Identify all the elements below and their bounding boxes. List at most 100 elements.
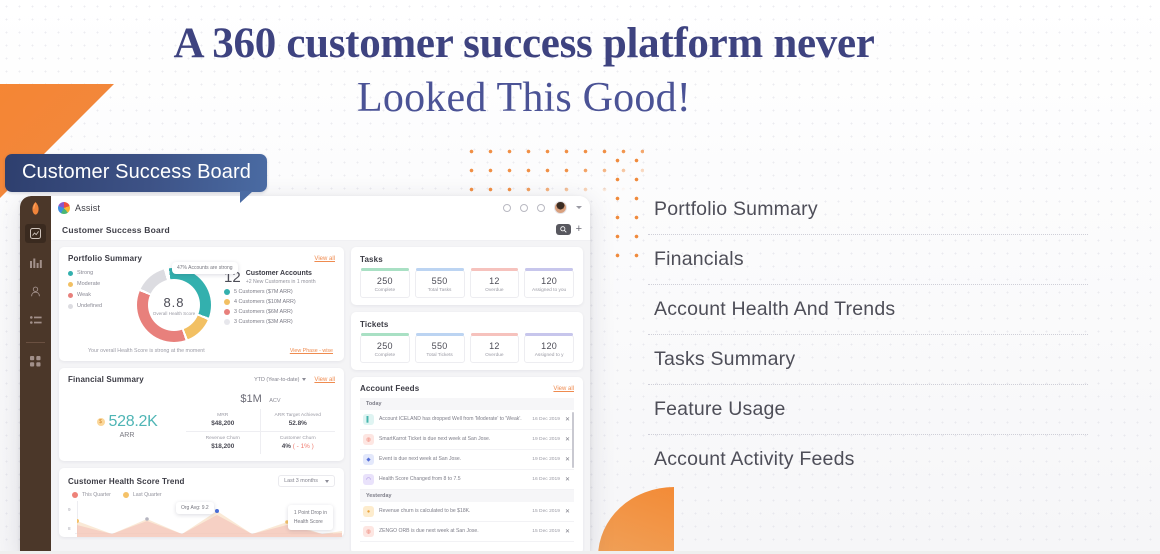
kpi-accent-bar <box>470 268 519 271</box>
orange-corner-decoration <box>598 487 674 554</box>
feeds-scroll-area[interactable]: Today ▌ Account ICELAND has dropped Well… <box>360 398 574 554</box>
financial-range-select[interactable]: YTD (Year-to-date) <box>254 377 307 383</box>
feed-row[interactable]: ◆ Event is due next week at San Jose. 19… <box>360 450 574 470</box>
kpi-label: Overdue <box>485 288 504 293</box>
feeds-card-header: Account Feeds View all <box>360 384 574 393</box>
feeds-view-all-link[interactable]: View all <box>553 386 574 392</box>
customer-accounts-subtitle: +2 New Customers in 1 month <box>245 279 316 285</box>
legend-dot-undefined <box>68 303 73 309</box>
feed-text: SmartKarrot Ticket is due next week at S… <box>379 435 491 442</box>
rail-item-dashboard[interactable] <box>25 224 46 243</box>
feeds-scrollbar[interactable] <box>572 412 574 468</box>
legend-dot-weak <box>68 292 73 298</box>
trend-legend-label: Last Quarter <box>132 492 162 498</box>
metric-cell-arr-target: ARR Target Achieved 52.8% <box>260 409 335 432</box>
kpi-value: 120 <box>541 341 558 351</box>
legend-label: Undefined <box>77 303 103 309</box>
board-badge-label: Customer Success Board <box>22 161 251 183</box>
kpi-value: 120 <box>541 276 558 286</box>
breakdown-text: 3 Customers ($3M ARR) <box>234 319 293 325</box>
kpi-label: Assigned to you <box>532 288 567 293</box>
feature-item-feature-usage[interactable]: Feature Usage <box>648 384 1088 434</box>
acv-label: ACV <box>269 398 281 404</box>
trend-card-header: Customer Health Score Trend Last 3 month… <box>68 475 335 487</box>
close-icon[interactable]: ✕ <box>565 456 570 463</box>
search-icon[interactable] <box>555 224 571 235</box>
metric-cell-mrr: MRR $48,200 <box>186 409 261 432</box>
kpi-tickets-overdue: 12 Overdue <box>469 333 520 363</box>
add-icon[interactable]: + <box>576 224 582 235</box>
rail-item-contacts[interactable] <box>25 282 46 301</box>
metric-cell-customer-churn: Customer Churn 4% ( - 1% ) <box>261 432 336 454</box>
feature-list: Portfolio Summary Financials Account Hea… <box>608 151 1088 484</box>
trend-tooltip: Org Avg: 9.2 <box>176 502 214 514</box>
tasks-card: Tasks 250 Complete 550 Total Tasks 12 Ov… <box>351 247 583 305</box>
kpi-tickets-assigned: 120 Assigned to y <box>524 333 574 363</box>
account-breakdown-row: 4 Customers ($10M ARR) <box>224 299 335 305</box>
financial-view-all-link[interactable]: View all <box>314 377 335 383</box>
bell-icon[interactable] <box>537 203 545 212</box>
acv-block: $1M ACV <box>186 389 335 407</box>
trend-plot-area: 9 8 Org Avg: 9.2 1 Point Drop in Health … <box>68 501 342 537</box>
close-icon[interactable]: ✕ <box>565 416 570 423</box>
metric-value: 4% <box>281 443 291 450</box>
trend-y-tick: 9 <box>68 507 71 512</box>
tickets-kpi-row: 250 Complete 550 Total Tickets 12 Overdu… <box>360 333 574 363</box>
app-logo-icon <box>30 202 41 217</box>
document-icon: ▌ <box>363 414 374 425</box>
customer-accounts-block: 12 Customer Accounts +2 New Customers in… <box>222 268 335 342</box>
page-title: Customer Success Board <box>62 224 170 235</box>
dashboard-screenshot: Assist Customer Success Board + Portfoli… <box>20 196 590 554</box>
feature-item-tasks-summary[interactable]: Tasks Summary <box>648 334 1088 384</box>
chevron-down-icon[interactable] <box>576 206 582 209</box>
pulse-icon: ◠ <box>363 474 374 485</box>
feed-row[interactable]: ◠ Health Score Changed from 8 to 7.5 16 … <box>360 470 574 490</box>
portfolio-view-all-link[interactable]: View all <box>314 256 335 262</box>
app-left-rail <box>20 196 51 554</box>
metric-label: Revenue Churn <box>205 436 240 441</box>
metric-value: 52.8% <box>288 420 307 427</box>
board-columns: Portfolio Summary View all Strong Modera… <box>51 241 590 554</box>
app-brand: Assist <box>58 201 100 214</box>
breakdown-dot-moderate <box>224 299 230 305</box>
arr-block: $ 528.2K ARR <box>68 389 186 454</box>
metric-label: MRR <box>217 413 229 418</box>
avatar[interactable] <box>554 201 567 214</box>
gear-icon[interactable] <box>520 203 528 212</box>
portfolio-phase-link[interactable]: View Phase - wise <box>290 348 333 354</box>
feature-item-account-activity-feeds[interactable]: Account Activity Feeds <box>648 434 1088 484</box>
close-icon[interactable]: ✕ <box>565 528 570 535</box>
customer-accounts-header: 12 Customer Accounts +2 New Customers in… <box>224 270 335 285</box>
bell-icon: ◆ <box>363 454 374 465</box>
feed-row[interactable]: ◍ ZENGO ORB is due next week at San Jose… <box>360 522 574 542</box>
legend-label: Strong <box>77 270 94 276</box>
feed-row[interactable]: ◍ SmartKarrot Ticket is due next week at… <box>360 430 574 450</box>
breakdown-text: 5 Customers ($7M ARR) <box>234 289 293 295</box>
help-circle-icon[interactable] <box>503 203 511 212</box>
health-donut-chart: 8.8 Overall Health Score 47% Accounts ar… <box>126 262 238 342</box>
rail-item-apps[interactable] <box>25 352 46 371</box>
trend-callout: 1 Point Drop in Health Score <box>287 505 333 530</box>
feed-date: 16 Dec 2019 <box>532 417 560 422</box>
feed-date: 16 Dec 2019 <box>532 477 560 482</box>
kpi-value: 12 <box>489 341 500 351</box>
legend-item: Undefined <box>68 303 126 309</box>
feed-text: Revenue churn is calculated to be $18K. <box>379 507 471 514</box>
feature-item-account-health-and-trends[interactable]: Account Health And Trends <box>648 284 1088 334</box>
close-icon[interactable]: ✕ <box>565 436 570 443</box>
rail-item-analytics[interactable] <box>25 253 46 272</box>
close-icon[interactable]: ✕ <box>565 476 570 483</box>
feature-item-financials[interactable]: Financials <box>648 234 1088 284</box>
metric-label: ARR Target Achieved <box>274 413 321 418</box>
feed-row[interactable]: ▌ Account ICELAND has dropped Well from … <box>360 410 574 430</box>
account-breakdown-row: 3 Customers ($3M ARR) <box>224 319 335 325</box>
topbar-actions <box>503 201 582 214</box>
kpi-tasks-total: 550 Total Tasks <box>414 268 465 298</box>
close-icon[interactable]: ✕ <box>565 508 570 515</box>
feature-item-portfolio-summary[interactable]: Portfolio Summary <box>648 185 1088 234</box>
kpi-label: Total Tasks <box>427 288 452 293</box>
trend-dot-last-quarter <box>122 492 129 498</box>
rail-item-list[interactable] <box>25 311 46 330</box>
trend-range-select[interactable]: Last 3 months <box>278 475 335 487</box>
feed-row[interactable]: ● Revenue churn is calculated to be $18K… <box>360 502 574 522</box>
